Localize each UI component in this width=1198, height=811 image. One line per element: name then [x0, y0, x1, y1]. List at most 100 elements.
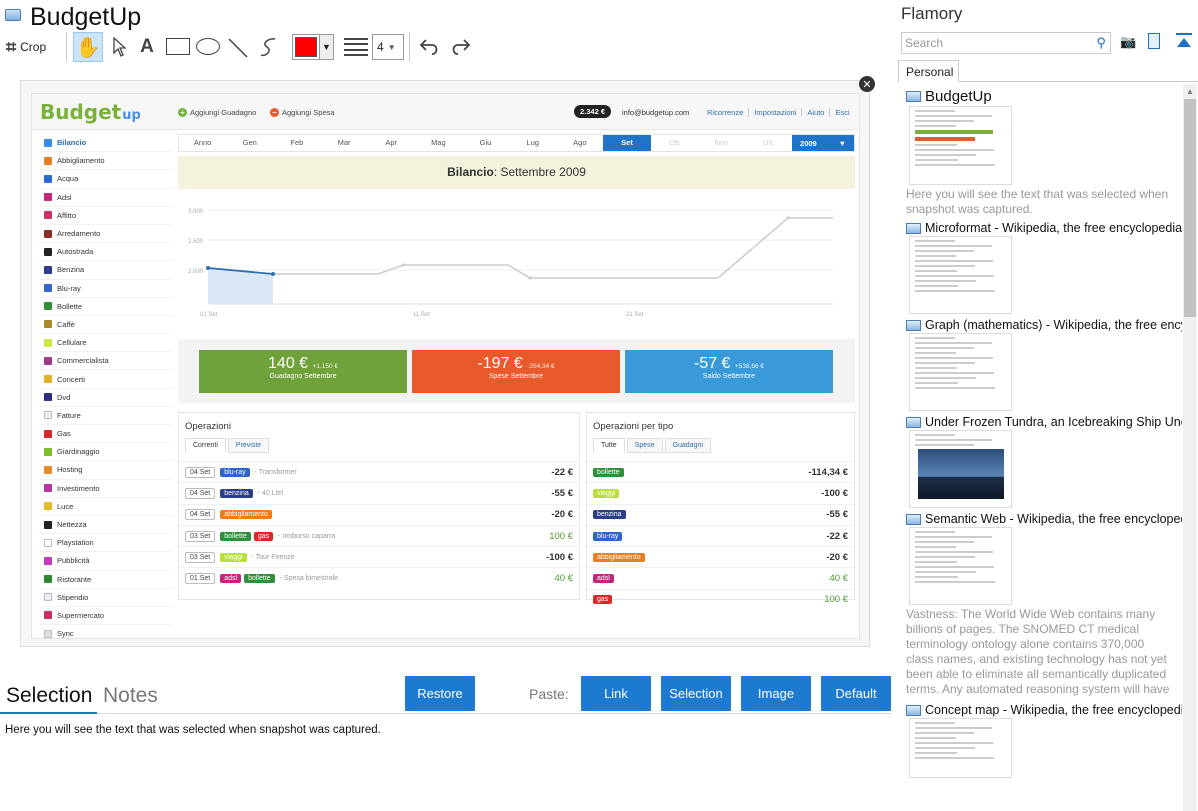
thumbnail-line: [915, 747, 975, 749]
tab-selection[interactable]: Selection: [6, 684, 92, 708]
snapshot-title[interactable]: BudgetUp: [906, 88, 1182, 105]
op-note: - rimborso caparra: [278, 532, 336, 540]
thumbnail-line: [915, 280, 976, 282]
snapshot-title[interactable]: Semantic Web - Wikipedia, the free encyc…: [906, 512, 1182, 526]
type-amount: 100 €: [824, 594, 848, 606]
thumbnail-line: [915, 382, 958, 384]
color-picker[interactable]: ▼: [292, 34, 334, 60]
thumbnail-line: [915, 130, 993, 134]
upload-icon[interactable]: [1176, 33, 1192, 49]
pen-tool-button[interactable]: [256, 34, 280, 60]
snapshot-list-item[interactable]: Graph (mathematics) - Wikipedia, the fre…: [906, 318, 1182, 411]
text-tool-button[interactable]: A: [136, 34, 158, 60]
category-item: Investimento: [38, 480, 172, 498]
category-label: Autostrada: [57, 247, 94, 257]
snapshot-thumbnail[interactable]: [909, 106, 1012, 185]
pointer-tool-button[interactable]: [108, 34, 130, 60]
category-item: Concerti: [38, 370, 172, 389]
thumbnail-line: [915, 137, 975, 141]
category-item: Bollette: [38, 298, 172, 316]
rectangle-tool-button[interactable]: [166, 38, 190, 55]
paste-selection-button[interactable]: Selection: [661, 676, 731, 711]
redo-button[interactable]: [446, 32, 474, 60]
thumbnail-line: [915, 551, 993, 553]
type-tag: viaggi: [593, 488, 620, 498]
undo-button[interactable]: [416, 32, 444, 60]
category-item: Nettezza: [38, 516, 172, 535]
snapshot-list-item[interactable]: Microformat - Wikipedia, the free encycl…: [906, 221, 1182, 314]
snapshot-title[interactable]: Under Frozen Tundra, an Icebreaking Ship…: [906, 415, 1182, 429]
category-label: Concerti: [57, 374, 85, 384]
menu-link: Esci: [829, 108, 854, 117]
page-icon: [906, 319, 921, 331]
tile-label: Spese Settembre: [488, 373, 544, 380]
thumbnail-line: [915, 347, 974, 349]
line-icon: [228, 38, 248, 58]
snapshot-thumbnail[interactable]: [909, 333, 1012, 411]
type-tab: Spese: [626, 438, 663, 453]
snapshot-thumbnail[interactable]: [909, 718, 1012, 778]
category-label: Fatture: [57, 410, 81, 420]
paste-link-button[interactable]: Link: [581, 676, 651, 711]
type-row: adsl 40 €: [587, 567, 854, 588]
line-width-select[interactable]: 4 ▼: [372, 34, 404, 60]
category-label: Nettezza: [57, 520, 87, 530]
plus-icon: +: [178, 108, 187, 117]
snapshot-title-text: Graph (mathematics) - Wikipedia, the fre…: [925, 318, 1182, 332]
month-tab: Giu: [479, 138, 492, 147]
category-swatch: [44, 156, 52, 165]
paste-image-button[interactable]: Image: [741, 676, 811, 711]
camera-icon[interactable]: 📷: [1120, 34, 1136, 50]
category-item: Affitto: [38, 207, 172, 225]
minus-icon: −: [270, 108, 279, 117]
category-item: Arredamento: [38, 225, 172, 244]
snapshot-list-item[interactable]: BudgetUp Here you will see the text that …: [906, 88, 1182, 217]
thumbnail-line: [915, 372, 994, 374]
search-input[interactable]: Search ⚲: [901, 32, 1111, 54]
snapshot-list-item[interactable]: Semantic Web - Wikipedia, the free encyc…: [906, 512, 1182, 699]
category-label: Sync: [57, 629, 74, 639]
paste-default-button[interactable]: Default: [821, 676, 891, 711]
crop-button[interactable]: ⌗ Crop: [6, 36, 46, 58]
snapshot-title[interactable]: Concept map - Wikipedia, the free encycl…: [906, 703, 1182, 717]
scroll-up-icon[interactable]: ▲: [1183, 84, 1197, 98]
snapshot-title[interactable]: Microformat - Wikipedia, the free encycl…: [906, 221, 1182, 235]
snapshot-list-item[interactable]: Concept map - Wikipedia, the free encycl…: [906, 703, 1182, 778]
thumbnail-line: [915, 352, 956, 354]
tab-personal[interactable]: Personal: [898, 60, 959, 82]
category-swatch: [44, 429, 52, 438]
snapshot-thumbnail[interactable]: [909, 527, 1012, 605]
type-tag: gas: [593, 595, 613, 605]
snapshot-title[interactable]: Graph (mathematics) - Wikipedia, the fre…: [906, 318, 1182, 332]
category-label: Bollette: [57, 301, 83, 311]
search-placeholder: Search: [905, 36, 944, 50]
type-amount: -20 €: [826, 551, 848, 563]
page-icon: [906, 91, 921, 102]
operations-panel: Operazioni Correnti Previste 04 Set blu-ra…: [178, 412, 580, 600]
document-icon[interactable]: [1148, 33, 1160, 49]
snapshot-thumbnail[interactable]: [909, 430, 1012, 508]
text-icon: A: [140, 36, 154, 57]
active-tab-indicator: [0, 712, 97, 714]
ellipse-tool-button[interactable]: [196, 38, 220, 55]
snapshot-thumbnail[interactable]: [909, 236, 1012, 314]
scrollbar-thumb[interactable]: [1184, 99, 1196, 317]
snapshot-title-text: Microformat - Wikipedia, the free encycl…: [925, 221, 1182, 235]
close-icon[interactable]: ✕: [859, 76, 875, 92]
tab-notes[interactable]: Notes: [103, 684, 158, 708]
category-swatch: [44, 556, 52, 565]
thumbnail-line: [915, 250, 974, 252]
category-swatch: [44, 229, 52, 238]
search-icon[interactable]: ⚲: [1096, 35, 1106, 51]
bilancio-title: Bilancio: Settembre 2009: [178, 156, 855, 189]
restore-button[interactable]: Restore: [405, 676, 475, 711]
category-item: Fatture: [38, 407, 172, 425]
line-width-value: 4: [377, 40, 384, 54]
pointer-icon: [113, 37, 126, 57]
snapshot-list-item[interactable]: Under Frozen Tundra, an Icebreaking Ship…: [906, 415, 1182, 508]
hand-tool-button[interactable]: ✋: [73, 32, 103, 62]
op-date: 04 Set: [185, 466, 216, 478]
line-tool-button[interactable]: [226, 34, 250, 60]
month-tab: Ott: [669, 138, 680, 147]
thumbnail-line: [915, 541, 974, 543]
